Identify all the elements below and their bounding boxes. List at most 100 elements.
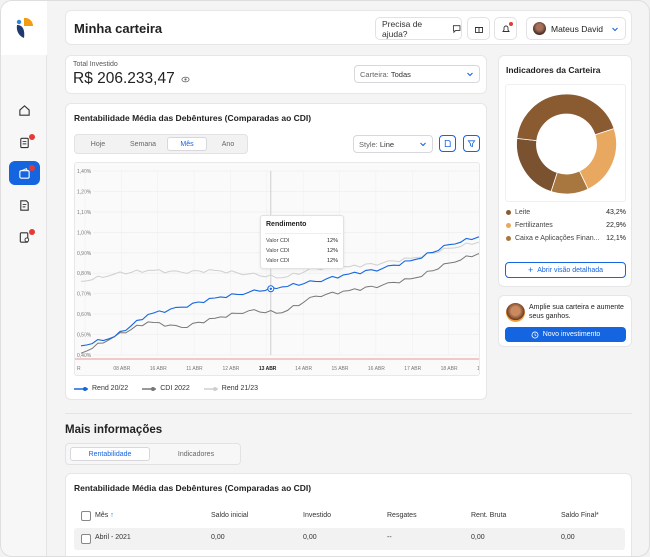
donut-chart-frame: [505, 84, 626, 202]
gift-icon: [474, 26, 483, 33]
row-checkbox[interactable]: [81, 534, 91, 544]
notifications-button[interactable]: [494, 17, 517, 40]
y-tick-label: 0,50%: [77, 333, 92, 339]
tab-mes[interactable]: Mês: [167, 137, 207, 151]
legend-label: Rend 21/23: [221, 385, 258, 392]
filter-icon: [467, 140, 476, 148]
nav-reports[interactable]: [9, 225, 40, 249]
legend-label: CDI 2022: [160, 385, 190, 392]
help-button[interactable]: Precisa de ajuda?: [375, 17, 462, 40]
style-select[interactable]: Style: Line: [353, 135, 433, 153]
app-window: Minha carteira Precisa de ajuda? Mateus …: [0, 0, 650, 557]
table-cell: 0,00: [211, 534, 225, 541]
indicator-value: 43,2%: [606, 209, 626, 216]
top-bar: Minha carteira Precisa de ajuda? Mateus …: [65, 10, 632, 45]
legend-label: Rend 20/22: [92, 385, 129, 392]
total-label: Total Investido: [73, 61, 118, 68]
style-select-value: Line: [379, 139, 395, 149]
filter-button[interactable]: [463, 135, 480, 152]
wallet-select[interactable]: Carteira: Todas: [354, 65, 480, 83]
user-menu[interactable]: Mateus David: [526, 17, 626, 40]
donut-slice[interactable]: [516, 93, 615, 142]
x-tick-label: 14 ABR: [295, 366, 312, 372]
sort-arrow-icon: ↑: [110, 512, 114, 519]
donut-slice[interactable]: [516, 137, 558, 193]
indicator-value: 12,1%: [606, 235, 626, 242]
new-investment-label: Novo investimento: [542, 331, 601, 338]
table-row[interactable]: [74, 528, 625, 550]
y-tick-label: 1,40%: [77, 169, 92, 175]
chevron-down-icon: [467, 72, 473, 77]
promo-text: Amplie sua carteira e aumente seus ganho…: [529, 304, 624, 320]
eye-icon[interactable]: [181, 75, 190, 84]
promo-avatar: [506, 303, 525, 322]
tab-ano[interactable]: Ano: [211, 137, 245, 151]
table-cell: --: [387, 534, 392, 541]
legend-item[interactable]: Rend 20/22: [74, 385, 128, 392]
nav-wallet[interactable]: [9, 161, 40, 185]
column-header-label: Mês: [95, 512, 109, 519]
nav-orders[interactable]: [9, 130, 40, 154]
user-name: Mateus David: [551, 23, 603, 34]
x-tick-label: 18 ABR: [441, 366, 458, 372]
chat-help-icon: [452, 24, 461, 33]
legend-line-blue: [74, 386, 88, 391]
x-tick-label: 17 ABR: [404, 366, 421, 372]
indicator-value: 22,9%: [606, 222, 626, 229]
x-tick-label: 15 ABR: [332, 366, 349, 372]
wallet-select-value: Todas: [390, 69, 411, 79]
nav-home[interactable]: [9, 98, 40, 122]
brand-logo[interactable]: [1, 1, 47, 55]
x-tick-label: 16 ABR: [368, 366, 385, 372]
tab-indicadores[interactable]: Indicadores: [156, 447, 236, 461]
profitability-chart-card: Rentabilidade Média das Debêntures (Comp…: [65, 103, 487, 400]
indicator-row: Fertilizantes 22,9%: [506, 222, 626, 229]
x-tick-label: 19: [477, 366, 480, 372]
notification-dot: [29, 165, 35, 171]
column-header[interactable]: Mês ↑: [95, 512, 114, 519]
donut-chart: [516, 93, 617, 195]
new-investment-button[interactable]: Novo investimento: [505, 327, 626, 342]
sidebar: [1, 1, 47, 556]
export-button[interactable]: [439, 135, 456, 152]
notification-dot: [29, 134, 35, 140]
indicators-title: Indicadores da Carteira: [506, 65, 601, 75]
line-chart-svg: 1,40% 1,20% 1,10% 1,00% 0,90% 0,80% 0,70% 0,60%…: [75, 169, 480, 372]
x-tick-label: R: [77, 366, 81, 372]
logo-icon: [16, 17, 34, 38]
table-title: Rentabilidade Média das Debêntures (Comp…: [74, 483, 312, 493]
y-tick-label: 0,70%: [77, 292, 92, 298]
chart-tooltip: Rendimento Valor CDI 12% Valor CDI 12% V…: [260, 215, 344, 269]
x-tick-label: 12 ABR: [222, 366, 239, 372]
column-header: Investido: [303, 512, 332, 519]
donut-slice[interactable]: [578, 128, 617, 190]
document-icon: [20, 199, 29, 211]
gift-button[interactable]: [467, 17, 490, 40]
tab-semana[interactable]: Semana: [121, 137, 165, 151]
select-all-checkbox[interactable]: [81, 511, 91, 521]
legend-item[interactable]: Rend 21/23: [203, 385, 258, 392]
tab-rentabilidade[interactable]: Rentabilidade: [70, 447, 150, 461]
open-detailed-view-label: Abrir visão detalhada: [537, 266, 604, 274]
open-detailed-view-button[interactable]: + Abrir visão detalhada: [505, 262, 626, 278]
line-chart: 1,40% 1,20% 1,10% 1,00% 0,90% 0,80% 0,70% 0,60%…: [74, 162, 480, 376]
clock-icon: [531, 331, 539, 338]
notification-dot: [509, 22, 513, 26]
table-cell: 0,00: [561, 534, 575, 541]
legend-item[interactable]: CDI 2022: [142, 385, 190, 392]
indicator-dot: [506, 236, 511, 241]
legend-line-gray: [142, 386, 157, 391]
tab-hoje[interactable]: Hoje: [79, 137, 117, 151]
chart-card-title: Rentabilidade Média das Debêntures (Comp…: [74, 113, 312, 123]
more-info-title: Mais informações: [65, 424, 163, 436]
tooltip-row-label: Valor CDI: [266, 258, 290, 264]
help-label: Precisa de ajuda?: [382, 18, 423, 39]
total-value: R$ 206.233,47: [73, 70, 175, 87]
column-header: Saldo inicial: [211, 512, 249, 519]
notification-dot: [29, 229, 35, 235]
indicators-card: Indicadores da Carteira Leite 43,2% Fert…: [498, 55, 632, 287]
nav-documents[interactable]: [9, 193, 40, 217]
table-header-row: [74, 504, 625, 528]
y-tick-label: 0,80%: [77, 271, 92, 277]
style-select-prefix: Style:: [359, 139, 378, 149]
